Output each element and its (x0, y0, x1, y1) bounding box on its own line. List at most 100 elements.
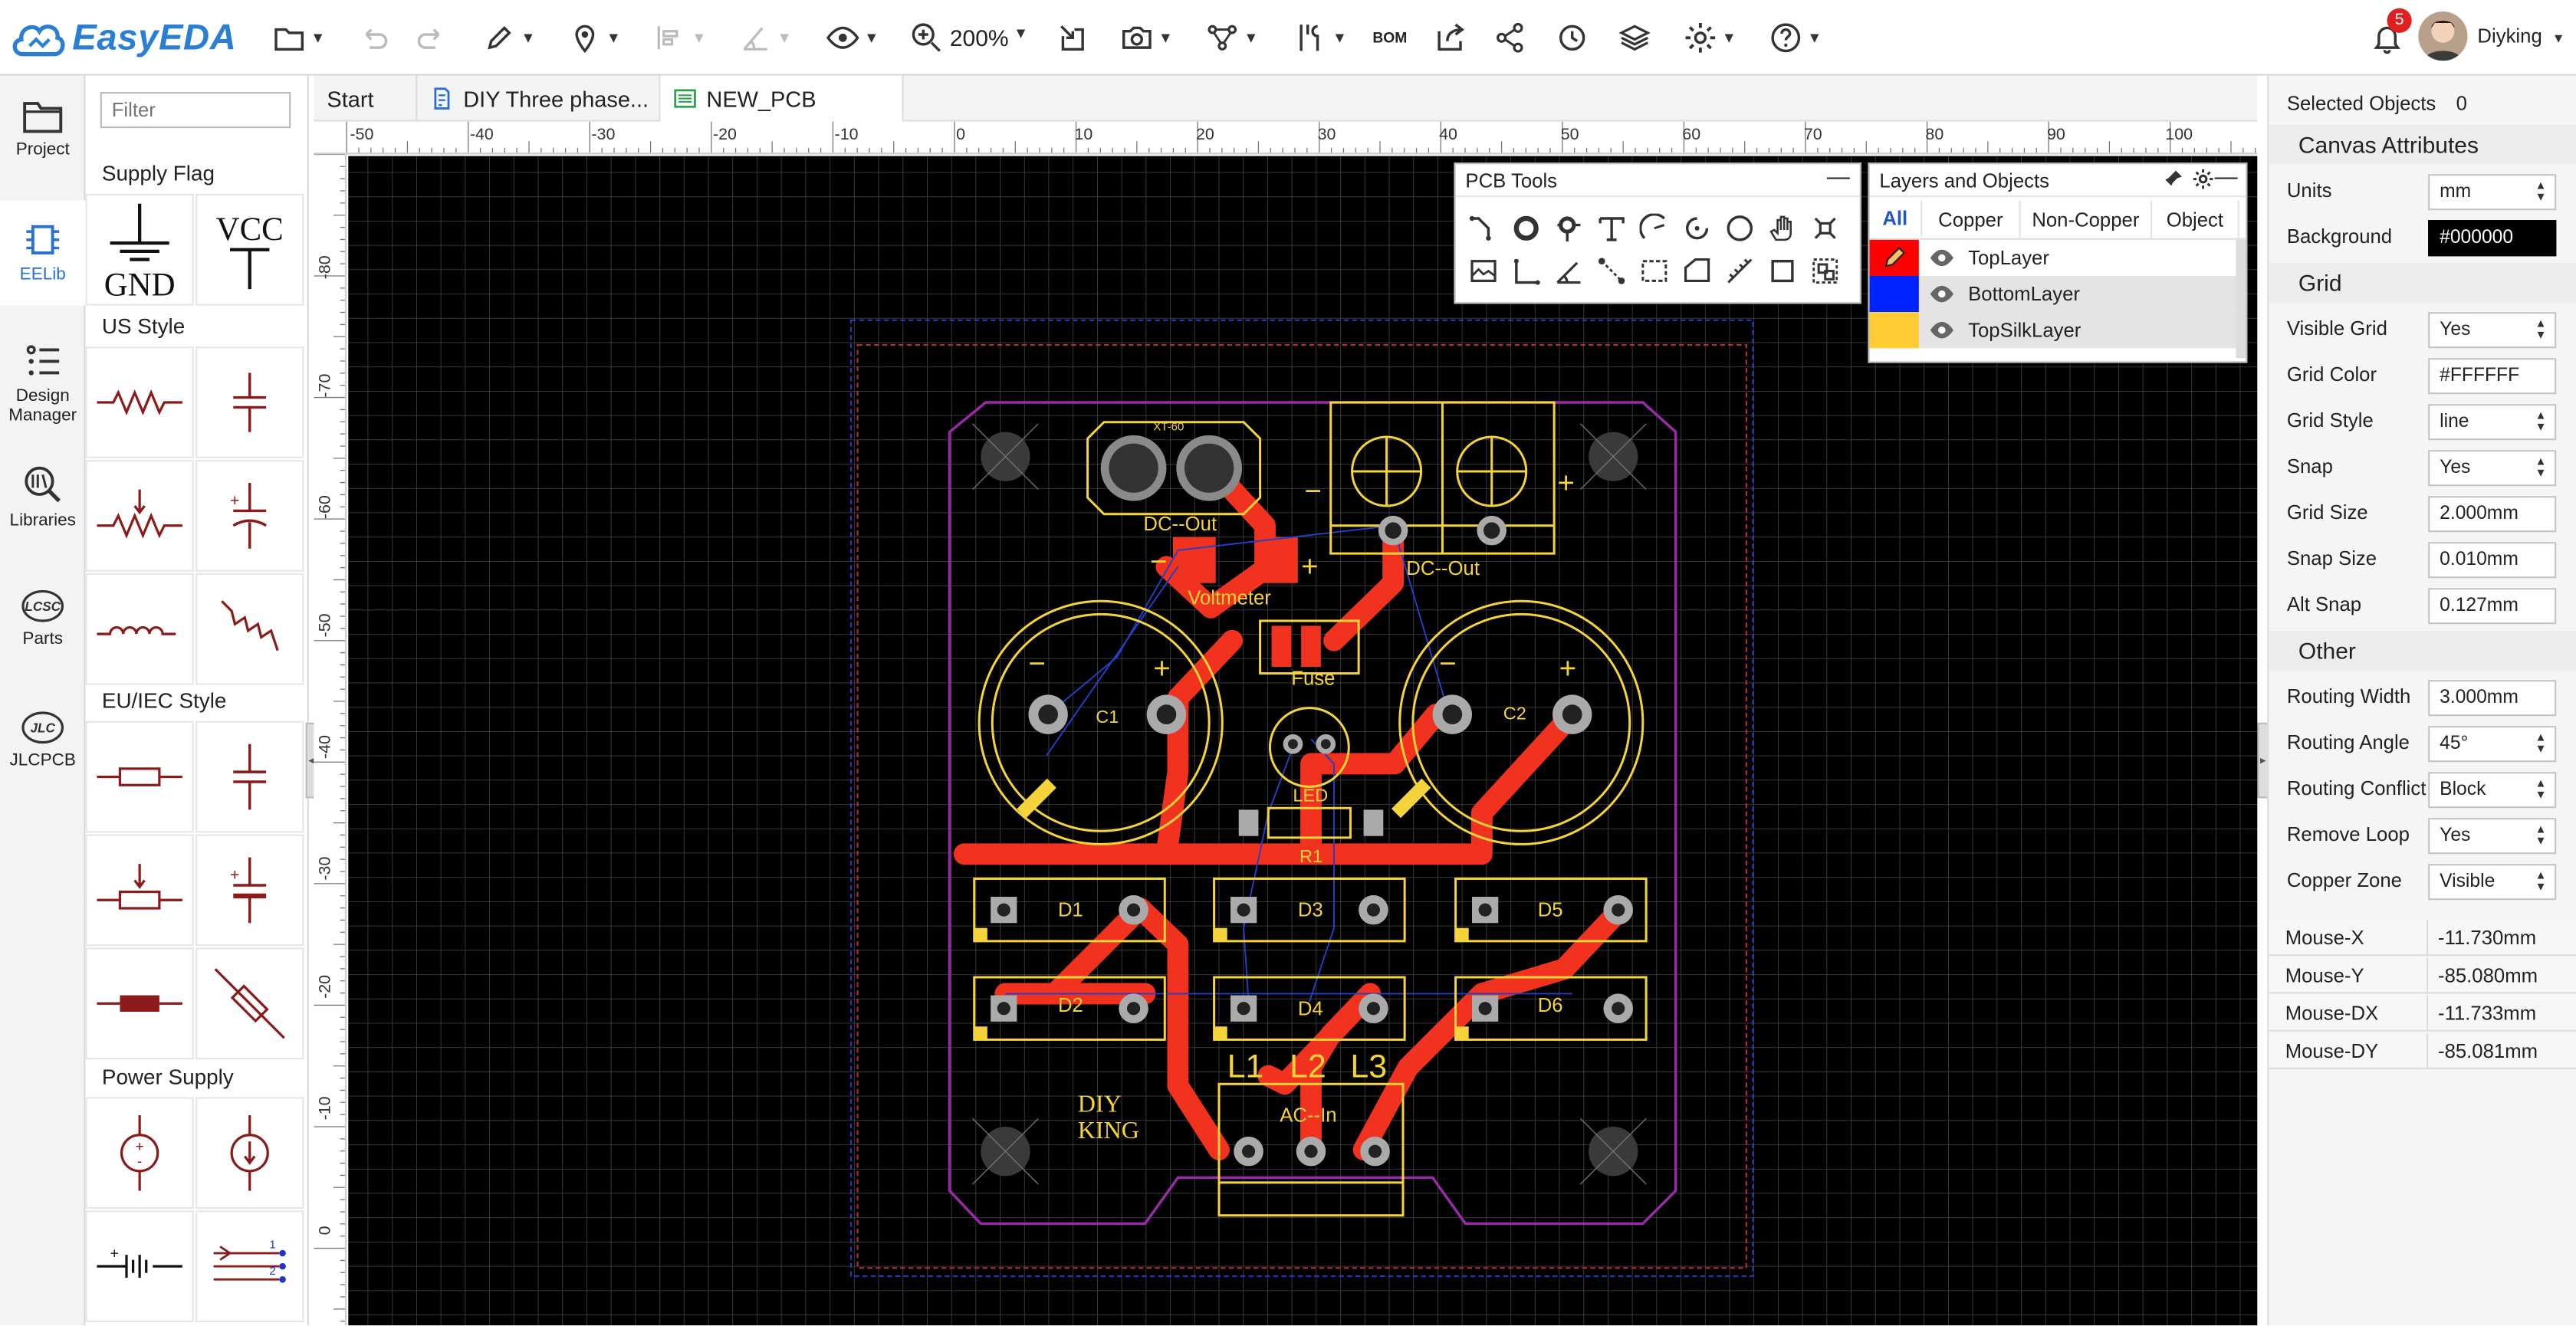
view-menu-button[interactable]: ▼ (818, 16, 887, 59)
nav-jlcpcb[interactable]: JLC JLCPCB (0, 710, 85, 792)
text-tool[interactable] (1594, 210, 1630, 246)
easyeda-logo[interactable]: EasyEDA (10, 11, 237, 64)
layer-visibility-eye-icon[interactable] (1929, 320, 1955, 340)
copper-area-tool[interactable] (1807, 210, 1843, 246)
layers-titlebar[interactable]: Layers and Objects — (1869, 162, 2246, 198)
redo-button[interactable] (411, 16, 454, 59)
notifications-button[interactable]: 5 (2366, 8, 2412, 59)
layers-tab-non-copper[interactable]: Non-Copper (2021, 200, 2153, 238)
symbol-header[interactable]: 12 (195, 1210, 304, 1322)
layers-scrollbar[interactable] (2236, 239, 2246, 359)
layers-settings-icon[interactable] (2193, 169, 2213, 194)
nav-design-manager[interactable]: Design Manager (0, 342, 85, 441)
user-menu[interactable]: Diyking ▼ (2477, 25, 2564, 48)
pcb-canvas[interactable]: XT-60 DC--Out DC--Out Voltmeter Fuse C1 … (348, 156, 2258, 1326)
layer-color-swatch[interactable] (1869, 312, 1919, 349)
import-button[interactable] (1051, 16, 1094, 59)
layer-visibility-eye-icon[interactable] (1929, 248, 1955, 268)
layers-tab-all[interactable]: All (1869, 200, 1923, 238)
layer-row-bottomlayer[interactable]: BottomLayer (1869, 276, 2245, 313)
image-tool[interactable] (1465, 253, 1501, 289)
background-color-input[interactable]: #000000 (2428, 220, 2557, 257)
align-menu-button[interactable]: ▼ (647, 16, 713, 59)
tab-schematic[interactable]: DIY Three phase... (417, 75, 661, 122)
symbol-current-source[interactable] (195, 1097, 304, 1209)
grid-header[interactable]: Grid (2269, 262, 2576, 303)
measure-menu-button[interactable]: ▼ (733, 16, 799, 59)
snap-size-input[interactable]: 0.010mm (2428, 542, 2557, 579)
symbol-vcc[interactable]: VCC (195, 193, 304, 306)
history-button[interactable] (1551, 16, 1594, 59)
symbol-eu-potentiometer[interactable] (85, 834, 194, 947)
nav-libraries[interactable]: Libraries (0, 463, 85, 545)
tab-new-pcb[interactable]: NEW_PCB (660, 75, 904, 122)
routing-width-input[interactable]: 3.000mm (2428, 680, 2557, 717)
pan-tool[interactable] (1764, 210, 1800, 246)
share-button[interactable] (1488, 16, 1531, 59)
units-select[interactable]: mm ▲ ▼ (2428, 174, 2557, 211)
center-arc-tool[interactable] (1679, 210, 1715, 246)
symbol-eu-capacitor[interactable] (195, 720, 304, 833)
tab-start[interactable]: Start (314, 75, 418, 122)
pin-icon[interactable] (2165, 169, 2183, 192)
connect-pad-tool[interactable] (1594, 253, 1630, 289)
layer-color-swatch[interactable] (1869, 276, 1919, 313)
group-tool[interactable] (1807, 253, 1843, 289)
rectangle-tool[interactable] (1764, 253, 1800, 289)
pad-tool[interactable] (1508, 210, 1544, 246)
symbol-us-electrolytic-capacitor[interactable]: + (195, 460, 304, 572)
remove-loop-select[interactable]: Yes ▲ ▼ (2428, 818, 2557, 855)
help-menu-button[interactable]: ▼ (1761, 16, 1830, 59)
copper-zone-select[interactable]: Visible ▲ ▼ (2428, 864, 2557, 901)
dimension-tool[interactable] (1508, 253, 1544, 289)
solid-region-tool[interactable] (1679, 253, 1715, 289)
undo-button[interactable] (352, 16, 395, 59)
layers-tab-copper[interactable]: Copper (1922, 200, 2021, 238)
routing-conflict-select[interactable]: Block ▲ ▼ (2428, 772, 2557, 809)
symbol-battery[interactable]: + (85, 1210, 194, 1322)
layer-color-swatch[interactable] (1869, 239, 1919, 276)
arc-tool[interactable] (1636, 210, 1672, 246)
edit-menu-button[interactable]: ▼ (476, 16, 542, 59)
pcb-tools-titlebar[interactable]: PCB Tools — (1455, 162, 1860, 198)
symbol-us-resistor[interactable] (85, 346, 194, 458)
route-menu-button[interactable]: ▼ (1199, 16, 1265, 59)
other-header[interactable]: Other (2269, 630, 2576, 671)
symbol-us-capacitor[interactable] (195, 346, 304, 458)
layer-visibility-eye-icon[interactable] (1929, 284, 1955, 304)
symbol-eu-inductor[interactable] (85, 947, 194, 1060)
layers-tab-object[interactable]: Object (2152, 200, 2239, 238)
snap-select[interactable]: Yes ▲ ▼ (2428, 450, 2557, 487)
alt-snap-input[interactable]: 0.127mm (2428, 588, 2557, 625)
symbol-eu-resistor[interactable] (85, 720, 194, 833)
nav-parts[interactable]: LCSC Parts (0, 588, 85, 670)
symbol-us-thermistor[interactable] (195, 573, 304, 685)
layer-row-toplayer[interactable]: TopLayer (1869, 239, 2245, 276)
symbol-eu-fuse[interactable] (195, 947, 304, 1060)
symbol-gnd[interactable]: GND (85, 193, 194, 306)
grid-color-input[interactable]: #FFFFFF (2428, 358, 2557, 395)
tools-menu-button[interactable]: ▼ (1288, 16, 1354, 59)
user-avatar[interactable] (2418, 11, 2468, 61)
file-menu-button[interactable]: ▼ (266, 16, 332, 59)
angle-tool[interactable] (1551, 253, 1587, 289)
nav-project[interactable]: Project (0, 99, 85, 198)
layers-button[interactable] (1613, 16, 1656, 59)
settings-menu-button[interactable]: ▼ (1676, 16, 1745, 59)
rectangle-select-tool[interactable] (1636, 253, 1672, 289)
export-image-button[interactable]: ▼ (1114, 16, 1180, 59)
measure-tool[interactable] (1722, 253, 1758, 289)
circle-tool[interactable] (1722, 210, 1758, 246)
symbol-us-inductor[interactable] (85, 573, 194, 685)
grid-size-input[interactable]: 2.000mm (2428, 496, 2557, 533)
track-tool[interactable] (1465, 210, 1501, 246)
zoom-menu-button[interactable]: 200% ▼ (907, 16, 1032, 59)
layer-row-topsilklayer[interactable]: TopSilkLayer (1869, 312, 2245, 349)
grid-style-select[interactable]: line ▲ ▼ (2428, 404, 2557, 441)
fabrication-output-button[interactable] (1429, 16, 1472, 59)
minimize-icon[interactable]: — (1827, 162, 1850, 189)
symbol-voltage-source[interactable]: + - (85, 1097, 194, 1209)
via-tool[interactable] (1551, 210, 1587, 246)
symbol-us-potentiometer[interactable] (85, 460, 194, 572)
bom-button[interactable]: BOM (1367, 16, 1413, 59)
